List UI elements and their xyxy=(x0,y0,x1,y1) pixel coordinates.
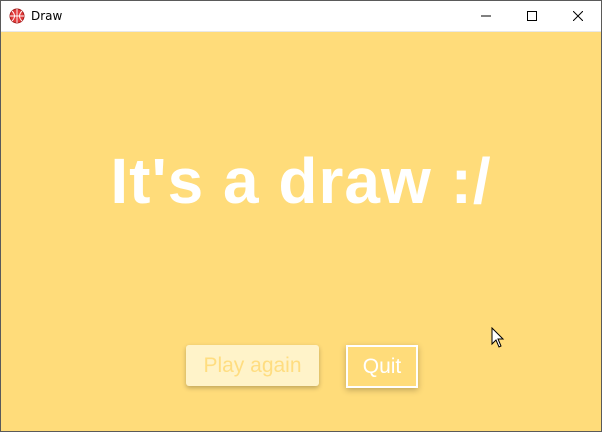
result-headline: It's a draw :/ xyxy=(110,145,492,217)
basketball-icon xyxy=(9,8,25,24)
game-over-screen: It's a draw :/ Play again Quit xyxy=(1,32,601,431)
play-again-button[interactable]: Play again xyxy=(186,345,319,386)
minimize-button[interactable] xyxy=(463,1,509,31)
quit-button[interactable]: Quit xyxy=(346,345,418,388)
mouse-cursor-icon xyxy=(491,327,505,348)
maximize-button[interactable] xyxy=(509,1,555,31)
title-bar[interactable]: Draw xyxy=(1,1,601,32)
minimize-icon xyxy=(481,15,491,17)
close-icon xyxy=(573,11,583,21)
app-window: Draw It's a draw :/ Play again Quit xyxy=(0,0,602,432)
maximize-icon xyxy=(527,11,537,21)
close-button[interactable] xyxy=(555,1,601,31)
window-title: Draw xyxy=(31,9,63,23)
